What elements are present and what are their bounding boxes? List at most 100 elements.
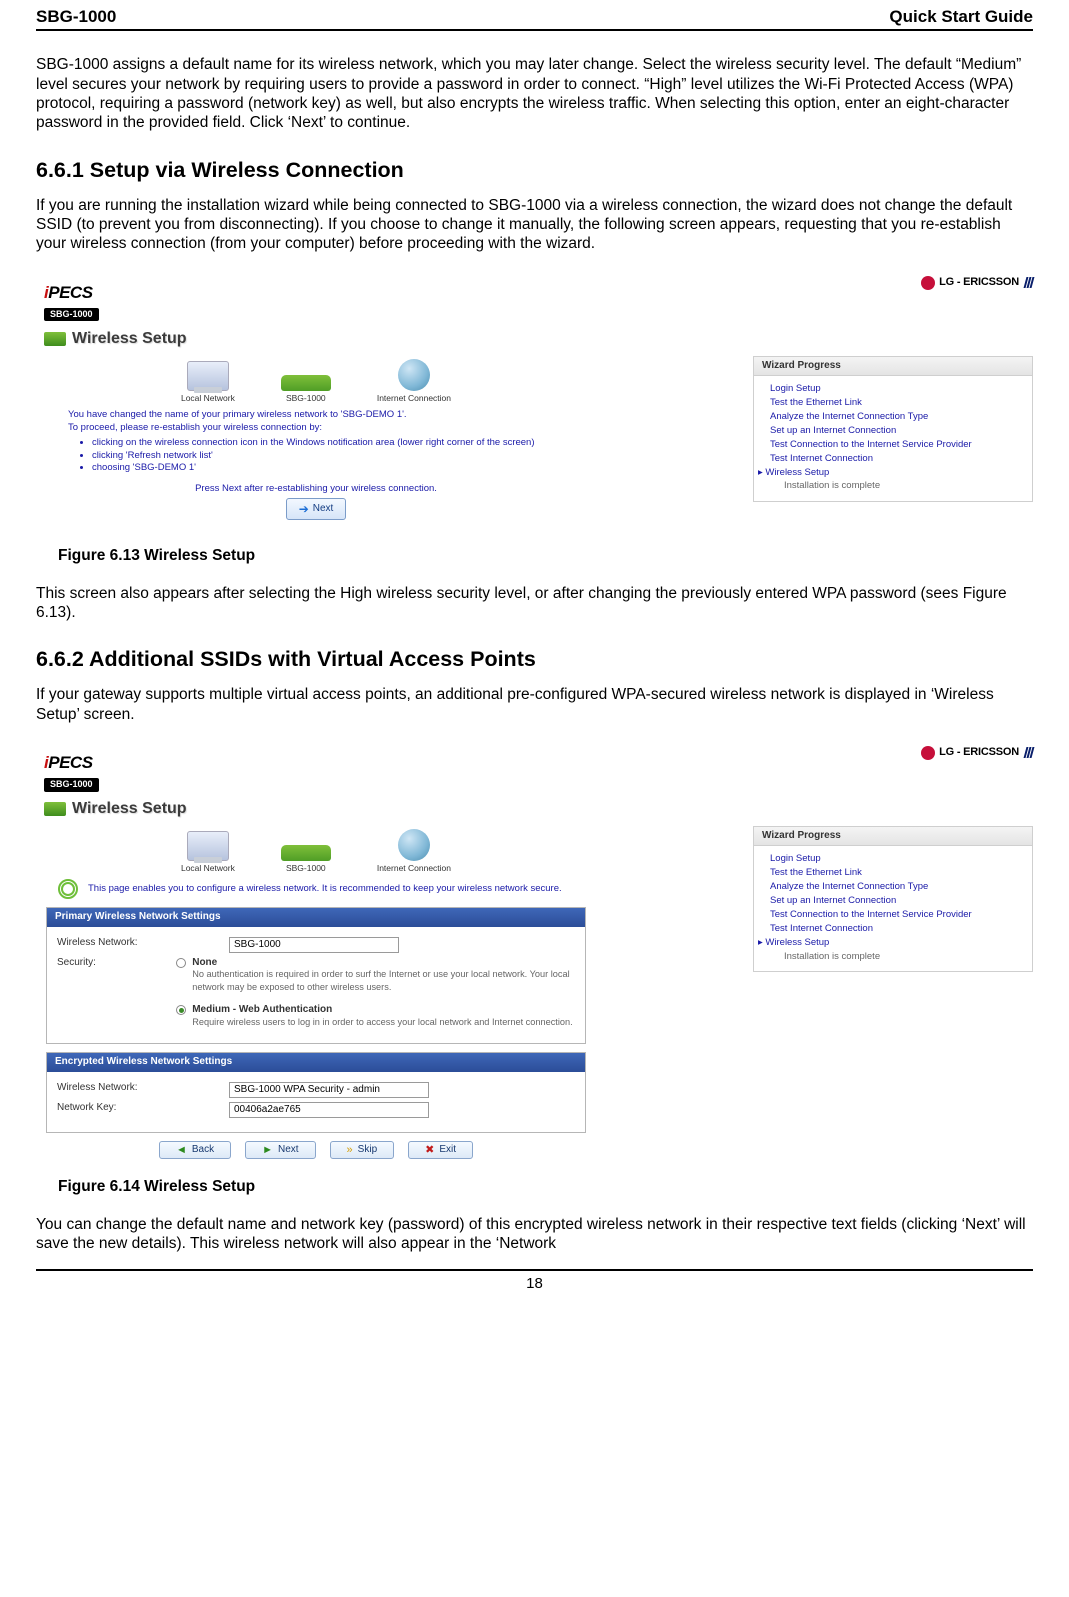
wizard-item: Set up an Internet Connection (770, 424, 1022, 438)
network-key-label: Network Key: (57, 1102, 217, 1115)
arrow-right-icon: ➔ (299, 501, 309, 517)
skip-button[interactable]: »Skip (330, 1141, 395, 1160)
lg-circle-icon (921, 746, 935, 760)
mid-paragraph: This screen also appears after selecting… (36, 584, 1033, 623)
router-icon (281, 375, 331, 391)
wizard-item: Analyze the Internet Connection Type (770, 880, 1022, 894)
skip-icon: » (347, 1145, 353, 1156)
radio-off-icon (176, 958, 186, 968)
wizard-item-sub: Installation is complete (770, 479, 1022, 493)
help-bullet-1: clicking on the wireless connection icon… (92, 437, 564, 450)
topo-sbg-label: SBG-1000 (281, 863, 331, 874)
figure-613-caption: Figure 6.13 Wireless Setup (58, 546, 1033, 565)
section-661-heading: 6.6.1 Setup via Wireless Connection (36, 157, 1033, 184)
security-radio-medium[interactable]: Medium - Web Authentication Require wire… (176, 1004, 575, 1029)
topo-local-label: Local Network (181, 863, 235, 874)
wizard-item-current: Wireless Setup (770, 466, 1022, 480)
lg-ericsson-logo: LG - ERICSSON (921, 746, 1033, 760)
lg-ericsson-text: LG - ERICSSON (939, 276, 1019, 290)
figure-613-panel: iPECS SBG-1000 Wireless Setup Local Netw… (36, 276, 1033, 536)
wizard-progress-title: Wizard Progress (754, 357, 1032, 377)
lg-circle-icon (921, 276, 935, 290)
wizard-item: Set up an Internet Connection (770, 894, 1022, 908)
wifi-rings-icon (58, 879, 78, 899)
topo-sbg-label: SBG-1000 (281, 393, 331, 404)
wireless-network-input[interactable] (229, 937, 399, 953)
topo-internet-label: Internet Connection (377, 393, 451, 404)
help-line1: You have changed the name of your primar… (68, 409, 564, 422)
next-button[interactable]: ➔ Next (286, 498, 347, 520)
wizard-progress-box: Wizard Progress Login Setup Test the Eth… (753, 826, 1033, 973)
globe-icon (398, 829, 430, 861)
section-661-para: If you are running the installation wiza… (36, 196, 1033, 254)
lg-ericsson-text: LG - ERICSSON (939, 746, 1019, 760)
wizard-progress-box: Wizard Progress Login Setup Test the Eth… (753, 356, 1033, 503)
back-button[interactable]: ◄Back (159, 1141, 231, 1160)
router-icon (281, 845, 331, 861)
security-label: Security: (57, 957, 164, 970)
globe-icon (398, 359, 430, 391)
wizard-item: Test Internet Connection (770, 922, 1022, 936)
wireless-setup-title-row: Wireless Setup (44, 329, 588, 349)
fig614-description: This page enables you to configure a wir… (88, 883, 562, 895)
radio-none-desc: No authentication is required in order t… (192, 969, 569, 992)
topo-local-label: Local Network (181, 393, 235, 404)
next-button[interactable]: ►Next (245, 1141, 315, 1160)
header-right: Quick Start Guide (889, 6, 1033, 27)
page-number: 18 (36, 1271, 1033, 1306)
help-line2: To proceed, please re-establish your wir… (68, 422, 564, 435)
wireless-setup-title: Wireless Setup (72, 799, 187, 819)
wireless-setup-title: Wireless Setup (72, 329, 187, 349)
wizard-item: Test Internet Connection (770, 452, 1022, 466)
exit-button[interactable]: ✖Exit (408, 1141, 473, 1160)
figure-614-panel: iPECS SBG-1000 Wireless Setup Local Netw… (36, 746, 1033, 1167)
radio-on-icon (176, 1005, 186, 1015)
wizard-progress-title: Wizard Progress (754, 827, 1032, 847)
radio-none-title: None (192, 957, 575, 970)
intro-paragraph: SBG-1000 assigns a default name for its … (36, 55, 1033, 133)
security-radio-none[interactable]: None No authentication is required in or… (176, 957, 575, 995)
topology-row: Local Network SBG-1000 Internet Connecti… (44, 359, 588, 404)
wireless-setup-title-row: Wireless Setup (44, 799, 588, 819)
topology-row: Local Network SBG-1000 Internet Connecti… (44, 829, 588, 874)
help-bullet-2: clicking 'Refresh network list' (92, 450, 564, 463)
wizard-item: Test Connection to the Internet Service … (770, 908, 1022, 922)
fig613-help-text: You have changed the name of your primar… (68, 409, 564, 520)
arrow-right-icon: ► (262, 1145, 273, 1156)
wizard-item: Login Setup (770, 852, 1022, 866)
radio-medium-title: Medium - Web Authentication (192, 1004, 572, 1017)
sbg-badge: SBG-1000 (44, 308, 99, 321)
primary-settings-head: Primary Wireless Network Settings (47, 908, 585, 927)
ericsson-bars-icon (1025, 277, 1033, 288)
closing-paragraph: You can change the default name and netw… (36, 1215, 1033, 1254)
figure-614-caption: Figure 6.14 Wireless Setup (58, 1177, 1033, 1196)
topo-internet-label: Internet Connection (377, 863, 451, 874)
router-small-icon (44, 332, 66, 346)
pc-icon (187, 831, 229, 861)
help-press-line: Press Next after re-establishing your wi… (68, 483, 564, 496)
pc-icon (187, 361, 229, 391)
ipecs-logo: iPECS SBG-1000 (44, 752, 99, 793)
lg-ericsson-logo: LG - ERICSSON (921, 276, 1033, 290)
encrypted-wireless-settings: Encrypted Wireless Network Settings Wire… (46, 1052, 586, 1133)
wizard-item: Test Connection to the Internet Service … (770, 438, 1022, 452)
router-small-icon (44, 802, 66, 816)
help-bullet-3: choosing 'SBG-DEMO 1' (92, 462, 564, 475)
wizard-item: Test the Ethernet Link (770, 396, 1022, 410)
arrow-left-icon: ◄ (176, 1145, 187, 1156)
encrypted-settings-head: Encrypted Wireless Network Settings (47, 1053, 585, 1072)
section-662-heading: 6.6.2 Additional SSIDs with Virtual Acce… (36, 646, 1033, 673)
header-left: SBG-1000 (36, 6, 116, 27)
wizard-item: Login Setup (770, 382, 1022, 396)
primary-wireless-settings: Primary Wireless Network Settings Wirele… (46, 907, 586, 1044)
page-header: SBG-1000 Quick Start Guide (36, 0, 1033, 31)
next-button-label: Next (313, 502, 334, 516)
sbg-badge: SBG-1000 (44, 778, 99, 791)
section-662-para: If your gateway supports multiple virtua… (36, 685, 1033, 724)
enc-wireless-network-input[interactable] (229, 1082, 429, 1098)
network-key-input[interactable] (229, 1102, 429, 1118)
enc-wireless-network-label: Wireless Network: (57, 1082, 217, 1095)
wizard-item: Analyze the Internet Connection Type (770, 410, 1022, 424)
wizard-item-current: Wireless Setup (770, 936, 1022, 950)
ipecs-logo: iPECS SBG-1000 (44, 282, 99, 323)
